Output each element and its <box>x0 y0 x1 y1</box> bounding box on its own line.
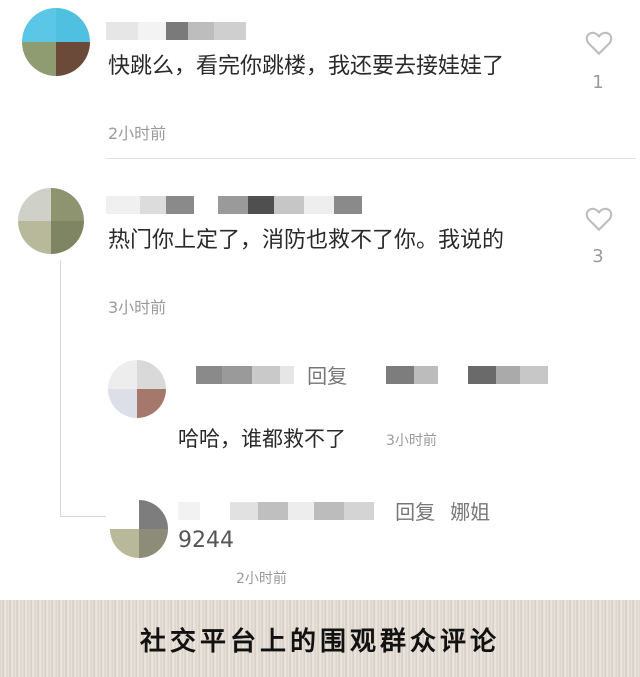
username-pixelated[interactable] <box>106 194 362 214</box>
like-count: 3 <box>592 246 604 267</box>
avatar[interactable] <box>110 500 168 558</box>
comment-time: 2小时前 <box>108 124 167 143</box>
heart-icon[interactable] <box>584 30 614 56</box>
reply-header: 回复 娜姐 <box>178 496 490 524</box>
thread-line <box>60 260 61 516</box>
reply-text: 9244 <box>178 528 234 553</box>
thread-line <box>60 516 106 517</box>
reply-time: 2小时前 <box>236 571 287 587</box>
reply-time: 3小时前 <box>386 433 437 449</box>
reply-header: 回复 <box>196 360 549 388</box>
reply-label[interactable]: 回复 <box>307 364 347 388</box>
avatar[interactable] <box>22 8 90 76</box>
reply-label[interactable]: 回复 <box>395 500 435 524</box>
comment-text: 热门你上定了，消防也救不了你。我说的 <box>108 228 505 253</box>
reply-text: 哈哈，谁都救不了 <box>178 427 346 451</box>
heart-icon[interactable] <box>584 206 614 232</box>
divider <box>106 158 636 159</box>
reply-to-name[interactable]: 娜姐 <box>450 500 490 524</box>
comment-time: 3小时前 <box>108 298 167 317</box>
username-pixelated[interactable] <box>106 20 246 40</box>
username-pixelated[interactable] <box>196 365 222 384</box>
comment-text: 快跳么，看完你跳楼，我还要去接娃娃了 <box>108 54 505 79</box>
like-count: 1 <box>592 72 604 93</box>
username-pixelated[interactable] <box>178 501 200 520</box>
caption-text: 社交平台上的围观群众评论 <box>139 627 500 657</box>
avatar[interactable] <box>18 188 84 254</box>
avatar[interactable] <box>108 360 166 418</box>
